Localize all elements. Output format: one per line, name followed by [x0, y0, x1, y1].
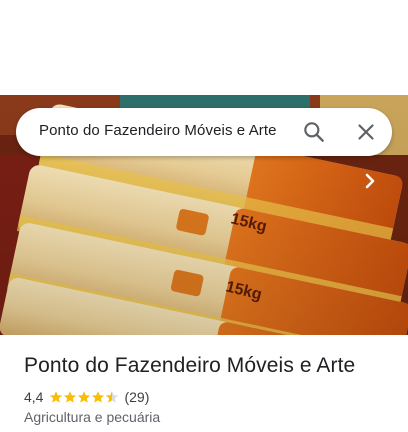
rating-value: 4,4	[24, 389, 44, 405]
place-name: Ponto do Fazendeiro Móveis e Arte	[24, 354, 356, 377]
search-box: Ponto do Fazendeiro Móveis e Arte	[16, 108, 392, 156]
star-icon	[64, 391, 77, 403]
star-icon	[50, 391, 63, 403]
chevron-right-icon	[365, 173, 375, 189]
clear-search-button[interactable]	[353, 119, 379, 145]
star-icon	[92, 391, 105, 403]
search-icon	[304, 122, 324, 142]
star-half-icon	[106, 391, 119, 403]
search-button[interactable]	[301, 119, 327, 145]
rating-stars	[49, 390, 119, 404]
star-icon	[78, 391, 91, 403]
close-icon	[358, 124, 374, 140]
next-photo-button[interactable]	[356, 166, 384, 196]
review-count-link[interactable]: (29)	[124, 389, 149, 405]
place-category[interactable]: Agricultura e pecuária	[24, 409, 160, 425]
rating-row: 4,4 (29)	[24, 388, 149, 406]
place-card: 15kg 15kg Ponto do Fazendeiro Móveis e A…	[0, 0, 408, 432]
search-input[interactable]: Ponto do Fazendeiro Móveis e Arte	[39, 122, 277, 139]
